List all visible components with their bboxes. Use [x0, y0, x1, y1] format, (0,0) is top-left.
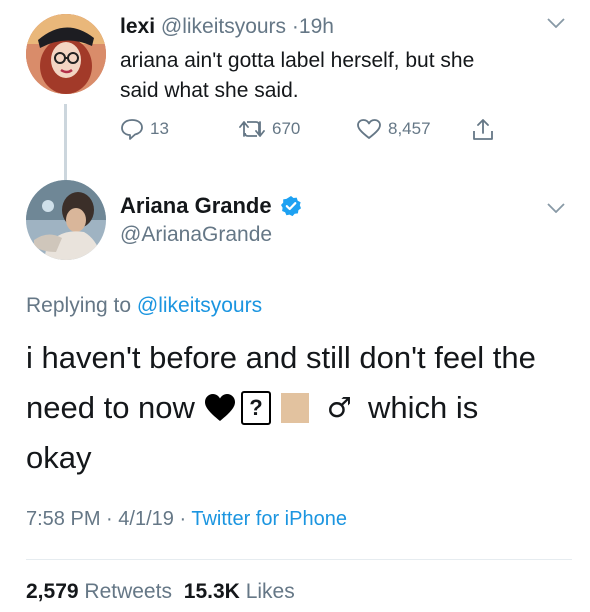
male-sign: ♂ [326, 391, 353, 424]
replying-to: Replying to @likeitsyours [26, 294, 262, 318]
verified-badge-icon [280, 196, 301, 217]
tweet-source[interactable]: Twitter for iPhone [191, 508, 347, 530]
black-heart-emoji [203, 392, 237, 424]
chevron-down-icon[interactable] [547, 203, 565, 213]
retweets-stat[interactable]: 2,579 Retweets [26, 580, 178, 603]
chevron-down-icon[interactable] [547, 18, 565, 28]
meta-dot-2: · [179, 508, 187, 530]
main-tweet-text: i haven't before and still don't feel th… [26, 333, 536, 483]
reply-text-line2: said what she said. [120, 79, 299, 102]
retweet-icon [239, 121, 265, 137]
retweets-stat-label: Retweets [84, 580, 172, 603]
like-action[interactable]: 8,457 [356, 118, 431, 140]
unknown-glyph-box: ? [240, 391, 271, 425]
tweet-stats: 2,579 Retweets 15.3K Likes [26, 580, 295, 604]
likes-stat-label: Likes [245, 580, 295, 603]
share-icon [473, 119, 493, 140]
reply-author-handle[interactable]: @likeitsyours [161, 15, 286, 38]
avatar-ariana[interactable] [26, 180, 106, 260]
reply-tweet-text: ariana ain't gotta label herself, but sh… [120, 46, 474, 106]
main-text-line1: i haven't before and still don't feel th… [26, 340, 536, 375]
reply-count: 13 [150, 119, 169, 138]
likes-stat-count: 15.3K [183, 580, 240, 603]
retweets-stat-count: 2,579 [26, 580, 79, 603]
tweet-meta: 7:58 PM · 4/1/19 · Twitter for iPhone [26, 508, 347, 531]
skin-tone-modifier [280, 393, 309, 423]
tweet-date[interactable]: 4/1/19 [118, 508, 174, 530]
heart-icon [357, 119, 381, 139]
main-author-name[interactable]: Ariana Grande [120, 193, 272, 219]
main-text-line2-end: which is [368, 390, 479, 425]
main-author-handle[interactable]: @ArianaGrande [120, 223, 272, 247]
main-text-line3: okay [26, 440, 92, 475]
meta-dot-1: · [106, 508, 113, 530]
avatar-lexi[interactable] [26, 14, 106, 94]
reply-author-name[interactable]: lexi [120, 15, 155, 38]
replying-to-handle[interactable]: @likeitsyours [137, 294, 262, 317]
reply-text-line1: ariana ain't gotta label herself, but sh… [120, 49, 475, 72]
retweet-count: 670 [272, 119, 301, 138]
main-author-row: Ariana Grande [120, 193, 302, 219]
reply-time-separator: · [291, 15, 299, 38]
tweet-time[interactable]: 7:58 PM [26, 508, 100, 530]
replying-to-label: Replying to [26, 294, 132, 317]
reply-action[interactable]: 13 [120, 118, 169, 140]
reply-tweet-header: lexi @likeitsyours ·19h [120, 15, 334, 39]
share-action[interactable] [470, 118, 496, 142]
thread-line [64, 104, 67, 182]
reply-icon [121, 119, 143, 140]
avatar-ariana-image [26, 180, 106, 260]
main-text-line2: need to now ? ♂ which is [26, 383, 536, 433]
divider [26, 559, 572, 560]
avatar-lexi-image [26, 14, 106, 94]
reply-time[interactable]: 19h [299, 15, 334, 38]
like-count: 8,457 [388, 119, 431, 138]
retweet-action[interactable]: 670 [238, 118, 300, 140]
likes-stat[interactable]: 15.3K Likes [184, 580, 295, 603]
main-text-line2-start: need to now [26, 390, 195, 425]
